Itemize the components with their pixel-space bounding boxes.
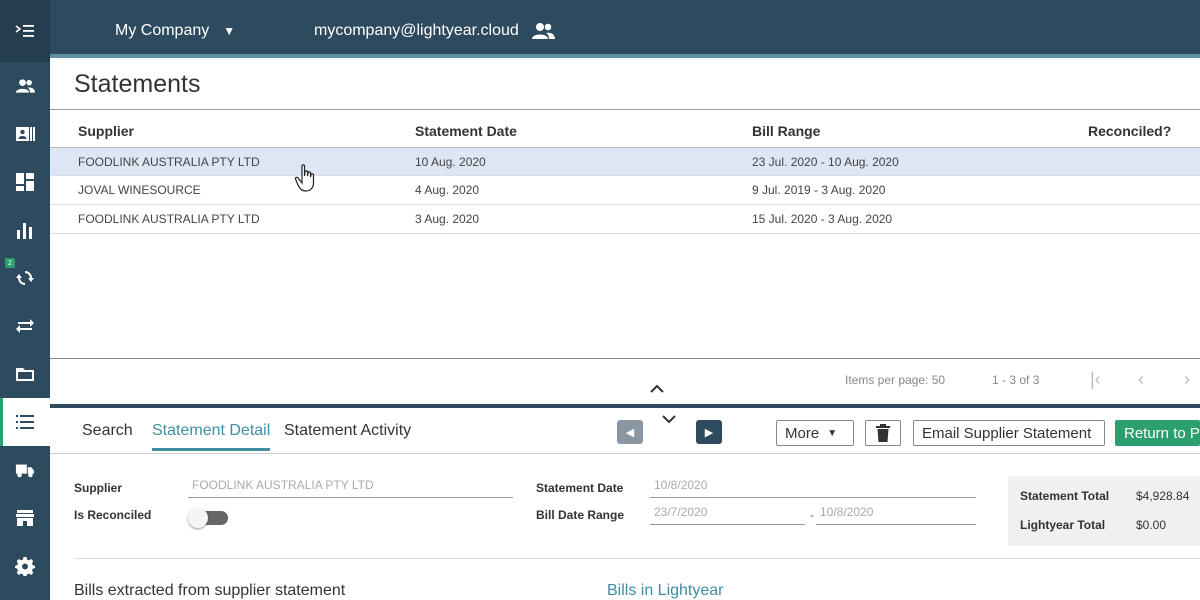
dashboard-icon: [16, 173, 34, 191]
cell-statement-date: 3 Aug. 2020: [415, 212, 480, 226]
date-range-separator: -: [810, 508, 814, 522]
truck-icon: [15, 464, 35, 478]
bill-date-to-field[interactable]: 10/8/2020: [816, 505, 976, 525]
company-selector[interactable]: My Company ▼: [115, 22, 235, 40]
title-divider: [50, 109, 1200, 110]
statement-date-label: Statement Date: [536, 481, 624, 495]
menu-toggle-icon[interactable]: [0, 0, 50, 62]
detail-divider: [74, 558, 1200, 559]
gear-icon: [15, 557, 35, 576]
statement-total-label: Statement Total: [1020, 489, 1110, 503]
account-email[interactable]: mycompany@lightyear.cloud: [314, 22, 555, 40]
return-button[interactable]: Return to P: [1115, 420, 1200, 446]
page-title: Statements: [74, 70, 201, 98]
sidebar-item-sync[interactable]: 2: [0, 254, 50, 302]
bills-extracted-heading: Bills extracted from supplier statement: [74, 582, 346, 599]
statements-grid: FOODLINK AUSTRALIA PTY LTD 10 Aug. 2020 …: [50, 147, 1200, 234]
grid-header: Supplier Statement Date Bill Range Recon…: [50, 117, 1200, 147]
next-record-button[interactable]: ▶: [696, 420, 722, 444]
table-row[interactable]: FOODLINK AUSTRALIA PTY LTD 10 Aug. 2020 …: [50, 147, 1200, 176]
users-icon: [15, 79, 35, 93]
sidebar-item-suppliers[interactable]: [0, 446, 50, 494]
delete-button[interactable]: [865, 420, 901, 446]
cell-bill-range: 23 Jul. 2020 - 10 Aug. 2020: [752, 155, 899, 169]
bill-date-range-label: Bill Date Range: [536, 508, 625, 522]
caret-down-icon: ▼: [223, 24, 236, 38]
supplier-field[interactable]: FOODLINK AUSTRALIA PTY LTD: [188, 478, 513, 498]
lightyear-total-label: Lightyear Total: [1020, 518, 1106, 532]
totals-panel: Statement Total $4,928.84 Lightyear Tota…: [1008, 476, 1200, 546]
cell-statement-date: 10 Aug. 2020: [415, 155, 486, 169]
tab-statement-detail[interactable]: Statement Detail: [152, 422, 271, 451]
main-content: Statements Supplier Statement Date Bill …: [50, 62, 1200, 600]
cell-bill-range: 9 Jul. 2019 - 3 Aug. 2020: [752, 183, 886, 197]
pager-range: 1 - 3 of 3: [992, 373, 1040, 387]
return-button-label: Return to P: [1124, 424, 1200, 442]
column-header-statement-date[interactable]: Statement Date: [415, 123, 517, 139]
table-row[interactable]: FOODLINK AUSTRALIA PTY LTD 3 Aug. 2020 1…: [50, 205, 1200, 234]
is-reconciled-toggle[interactable]: [188, 508, 228, 528]
column-header-supplier[interactable]: Supplier: [78, 123, 134, 139]
trash-icon: [876, 424, 890, 442]
supplier-label: Supplier: [74, 481, 123, 495]
grid-pager: Items per page: 50 1 - 3 of 3 |‹ ‹ ›: [50, 358, 1200, 404]
toggle-knob: [188, 508, 208, 528]
first-page-icon[interactable]: |‹: [1090, 369, 1101, 390]
previous-record-button[interactable]: ◀: [617, 420, 643, 444]
is-reconciled-label: Is Reconciled: [74, 508, 152, 522]
cell-bill-range: 15 Jul. 2020 - 3 Aug. 2020: [752, 212, 893, 226]
column-header-reconciled[interactable]: Reconciled?: [1088, 123, 1171, 139]
bar-chart-icon: [17, 223, 32, 239]
more-button[interactable]: More ▼: [776, 420, 854, 446]
cell-supplier: JOVAL WINESOURCE: [78, 183, 201, 197]
cell-statement-date: 4 Aug. 2020: [415, 183, 480, 197]
sidebar-item-transfer[interactable]: [0, 302, 50, 350]
cell-supplier: FOODLINK AUSTRALIA PTY LTD: [78, 212, 260, 226]
sidebar-item-store[interactable]: [0, 494, 50, 542]
next-page-icon[interactable]: ›: [1184, 369, 1190, 390]
chevron-down-icon[interactable]: [662, 414, 676, 424]
sidebar-item-documents[interactable]: [0, 350, 50, 398]
company-name: My Company: [115, 22, 210, 39]
sidebar-item-contacts[interactable]: [0, 110, 50, 158]
items-per-page[interactable]: Items per page: 50: [845, 373, 945, 387]
account-email-text: mycompany@lightyear.cloud: [314, 22, 519, 39]
sidebar-item-dashboard[interactable]: [0, 158, 50, 206]
detail-toolbar: Search Statement Detail Statement Activi…: [50, 408, 1200, 454]
email-supplier-statement-button[interactable]: Email Supplier Statement: [913, 420, 1105, 446]
more-button-label: More: [785, 424, 820, 442]
cell-supplier: FOODLINK AUSTRALIA PTY LTD: [78, 155, 260, 169]
column-header-bill-range[interactable]: Bill Range: [752, 123, 820, 139]
folder-icon: [16, 368, 34, 381]
sync-badge: 2: [5, 258, 15, 268]
sidebar-item-users[interactable]: [0, 62, 50, 110]
tab-statement-activity[interactable]: Statement Activity: [284, 422, 411, 448]
lightyear-total-value: $0.00: [1136, 518, 1167, 532]
top-bar: My Company ▼ mycompany@lightyear.cloud: [0, 0, 1200, 62]
sidebar-item-reports[interactable]: [0, 206, 50, 254]
bills-in-lightyear-heading[interactable]: Bills in Lightyear: [607, 582, 724, 600]
bill-date-from-field[interactable]: 23/7/2020: [650, 505, 805, 525]
caret-down-icon: ▼: [827, 427, 838, 439]
sync-icon: [16, 271, 34, 285]
store-icon: [16, 510, 34, 526]
sidebar: 2: [0, 62, 50, 600]
contact-card-icon: [16, 127, 35, 141]
list-icon: [16, 415, 34, 429]
chevron-up-icon[interactable]: [650, 384, 664, 394]
prev-page-icon[interactable]: ‹: [1138, 369, 1144, 390]
sidebar-item-statements[interactable]: [0, 398, 50, 446]
statement-total-value: $4,928.84: [1136, 489, 1190, 503]
tab-search[interactable]: Search: [82, 422, 133, 448]
hand-cursor-icon: [294, 164, 315, 192]
transfer-icon: [16, 319, 34, 333]
sidebar-item-settings[interactable]: [0, 542, 50, 590]
table-row[interactable]: JOVAL WINESOURCE 4 Aug. 2020 9 Jul. 2019…: [50, 176, 1200, 205]
email-supplier-statement-label: Email Supplier Statement: [922, 424, 1092, 442]
statement-date-field[interactable]: 10/8/2020: [650, 478, 976, 498]
users-icon: [531, 23, 555, 39]
